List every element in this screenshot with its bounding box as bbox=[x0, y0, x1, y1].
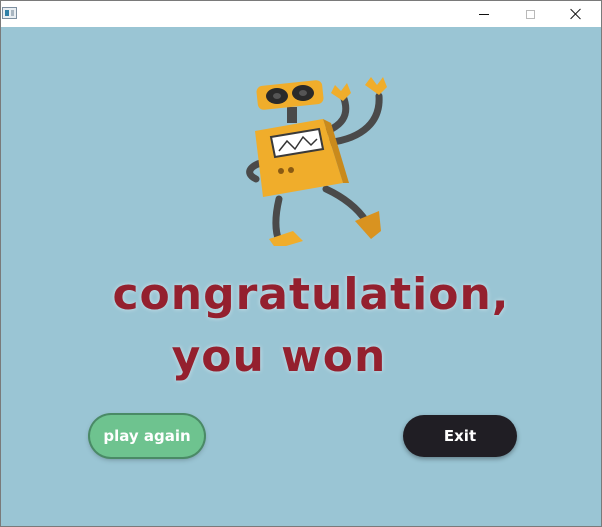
robot-illustration bbox=[246, 77, 387, 246]
minimize-icon bbox=[479, 13, 489, 15]
minimize-button[interactable] bbox=[461, 1, 507, 27]
app-icon bbox=[2, 7, 17, 19]
maximize-icon bbox=[525, 9, 535, 19]
congratulation-message: congratulation, bbox=[112, 269, 510, 320]
close-icon bbox=[570, 8, 582, 20]
game-over-screen: congratulation, you won play again Exit bbox=[1, 27, 601, 526]
close-button[interactable] bbox=[553, 1, 599, 27]
title-bar[interactable] bbox=[1, 1, 601, 27]
app-window: congratulation, you won play again Exit bbox=[0, 0, 602, 527]
exit-button[interactable]: Exit bbox=[403, 415, 517, 457]
play-again-button[interactable]: play again bbox=[90, 415, 204, 457]
maximize-button[interactable] bbox=[507, 1, 553, 27]
you-won-message: you won bbox=[171, 331, 387, 382]
